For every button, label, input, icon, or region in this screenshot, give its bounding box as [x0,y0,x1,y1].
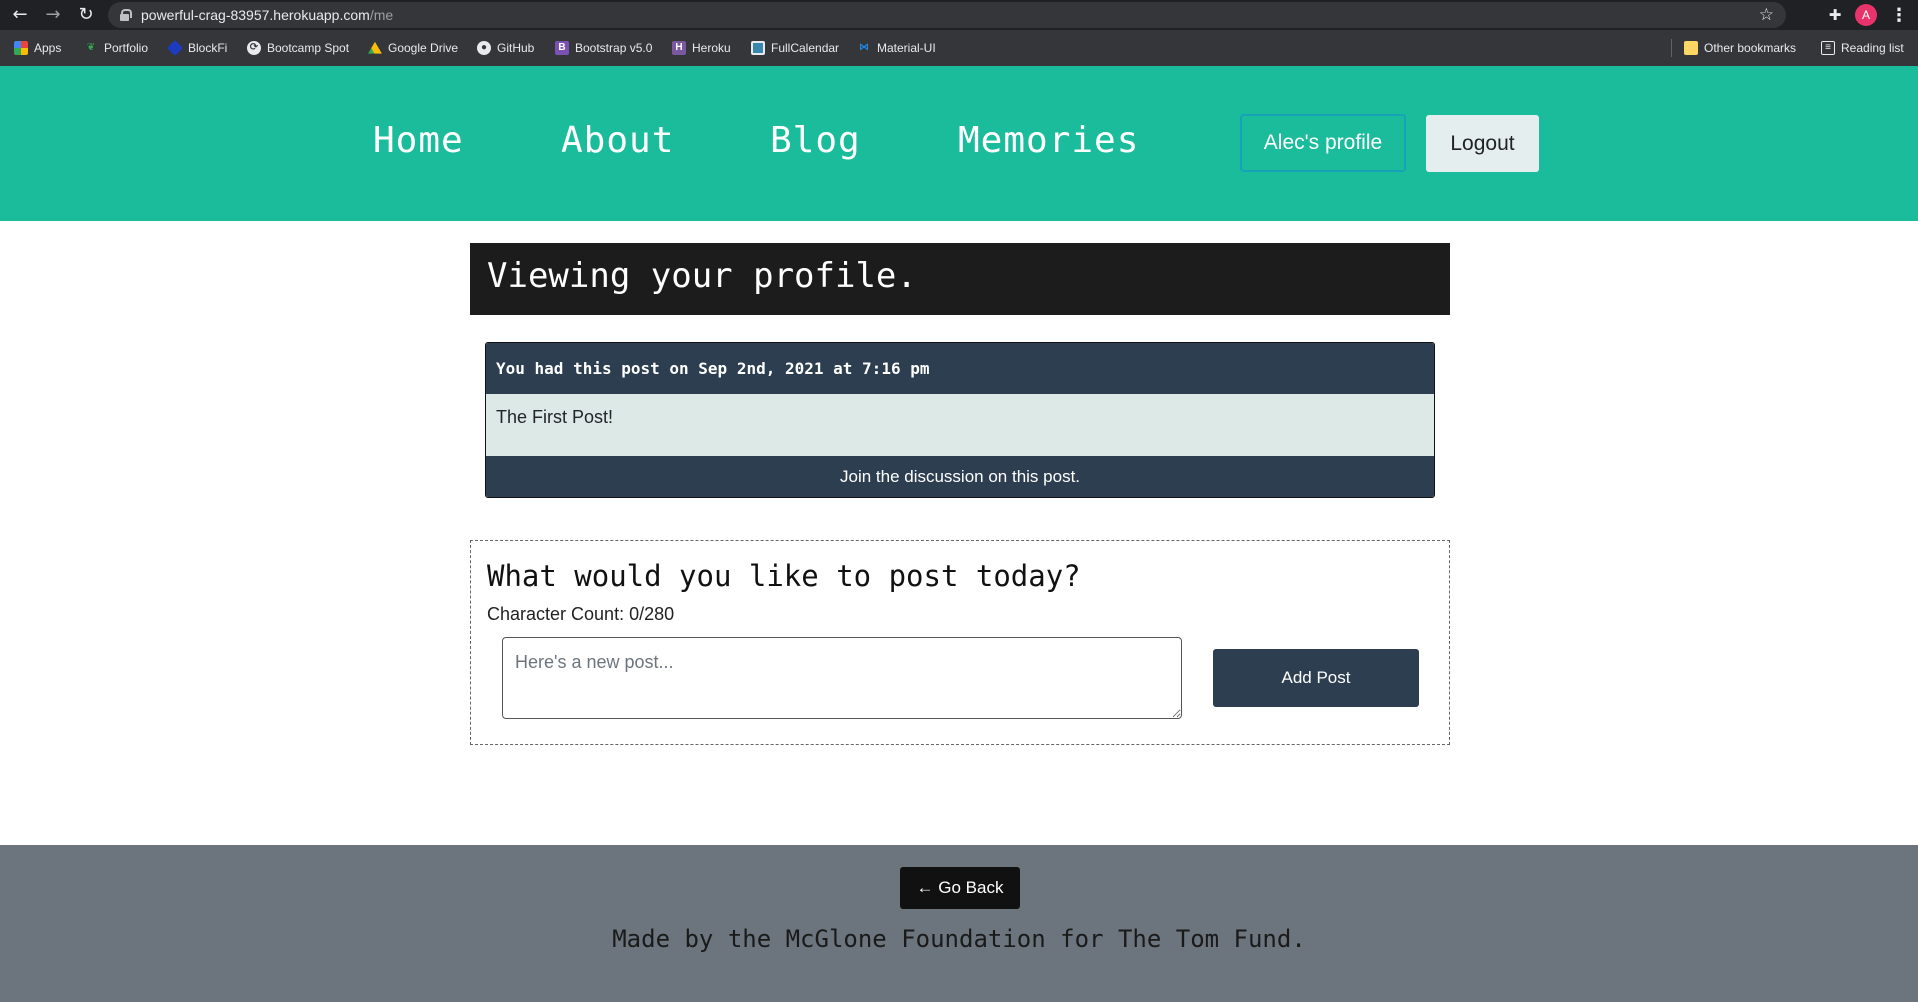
bookmark-heroku[interactable]: H Heroku [672,39,731,57]
bookmark-google-drive[interactable]: Google Drive [368,39,458,57]
reading-list-label: Reading list [1841,41,1904,55]
portfolio-leaf-icon: ❦ [86,42,96,53]
bookmarks-divider [1671,39,1672,57]
logout-button[interactable]: Logout [1426,115,1539,172]
blockfi-icon [167,40,183,56]
profile-avatar[interactable]: A [1855,4,1877,26]
profile-banner: Viewing your profile. [470,243,1450,315]
bootstrap-icon: B [555,41,569,55]
bookmark-label: Portfolio [104,41,149,55]
url-text[interactable]: powerful-crag-83957.herokuapp.com/me [141,7,393,23]
new-post-input[interactable] [502,637,1182,719]
post-meta: You had this post on Sep 2nd, 2021 at 7:… [496,359,930,378]
site-header: Home About Blog Memories Alec's profile … [0,66,1918,221]
bookmark-star-icon[interactable]: ☆ [1759,5,1774,25]
reload-icon[interactable]: ↻ [74,3,98,27]
page-title: Viewing your profile. [487,256,917,296]
reading-list-icon: ≡ [1821,41,1835,55]
compose-title: What would you like to post today? [487,559,1081,593]
add-post-button[interactable]: Add Post [1213,649,1419,707]
bookmark-bootcamp-spot[interactable]: ⟳ Bootcamp Spot [247,39,349,57]
bookmark-bootstrap[interactable]: B Bootstrap v5.0 [555,39,652,57]
nav-memories[interactable]: Memories [958,120,1139,161]
apps-grid-icon [14,41,28,55]
bookmark-github[interactable]: ● GitHub [477,39,534,57]
url-host: powerful-crag-83957.herokuapp.com [141,7,370,23]
bookmark-label: BlockFi [188,41,228,55]
heroku-icon: H [672,41,686,55]
bookmark-label: GitHub [497,41,535,55]
character-count: Character Count: 0/280 [487,604,675,624]
extensions-puzzle-icon[interactable]: ✚ [1824,4,1846,26]
other-bookmarks-label: Other bookmarks [1704,41,1797,55]
bookmark-label: Bootcamp Spot [267,41,350,55]
footer-credit: Made by the McGlone Foundation for The T… [612,925,1306,953]
material-ui-icon: ⋈ [859,42,869,53]
bookmark-label: Google Drive [388,41,459,55]
bookmark-label: Heroku [692,41,731,55]
new-post-form: What would you like to post today? Chara… [470,540,1450,745]
nav-home[interactable]: Home [373,120,464,161]
back-arrow-icon[interactable]: ← [8,3,32,27]
other-bookmarks[interactable]: Other bookmarks [1684,39,1796,57]
bookmark-material-ui[interactable]: ⋈ Material-UI [857,39,936,57]
bookmark-apps[interactable]: Apps [14,39,61,57]
reading-list[interactable]: ≡ Reading list [1821,39,1904,57]
bookmark-label: Apps [34,41,62,55]
github-icon: ● [477,41,491,55]
forward-arrow-icon[interactable]: → [41,3,65,27]
join-discussion-link[interactable]: Join the discussion on this post. [840,467,1080,487]
url-path: /me [369,7,394,23]
site-footer: ← Go Back Made by the McGlone Foundation… [0,845,1918,1002]
bookmark-label: Bootstrap v5.0 [575,41,653,55]
folder-icon [1684,41,1698,55]
bookmark-label: Material-UI [877,41,936,55]
post-body-text: The First Post! [496,407,614,427]
google-drive-icon [368,41,382,54]
go-back-button[interactable]: ← Go Back [900,867,1020,909]
bootcamp-spot-icon: ⟳ [247,41,261,55]
bookmark-portfolio[interactable]: ❦ Portfolio [84,39,148,57]
post-card-header: You had this post on Sep 2nd, 2021 at 7:… [486,343,1434,394]
browser-toolbar: ← → ↻ powerful-crag-83957.herokuapp.com/… [0,0,1918,30]
post-card: You had this post on Sep 2nd, 2021 at 7:… [485,342,1435,498]
post-card-body: The First Post! [486,394,1434,456]
bookmark-label: FullCalendar [771,41,840,55]
fullcalendar-icon [751,41,765,55]
address-bar[interactable]: powerful-crag-83957.herokuapp.com/me ☆ [108,2,1786,28]
profile-button[interactable]: Alec's profile [1240,114,1406,172]
browser-menu-icon[interactable]: ⋮ [1890,4,1908,26]
bookmarks-bar: Apps ❦ Portfolio BlockFi ⟳ Bootcamp Spot… [0,30,1918,66]
nav-blog[interactable]: Blog [770,120,861,161]
bookmark-blockfi[interactable]: BlockFi [167,39,228,57]
lock-icon[interactable] [120,9,132,21]
post-card-footer: Join the discussion on this post. [486,456,1434,497]
bookmark-fullcalendar[interactable]: FullCalendar [751,39,839,57]
nav-about[interactable]: About [561,120,674,161]
